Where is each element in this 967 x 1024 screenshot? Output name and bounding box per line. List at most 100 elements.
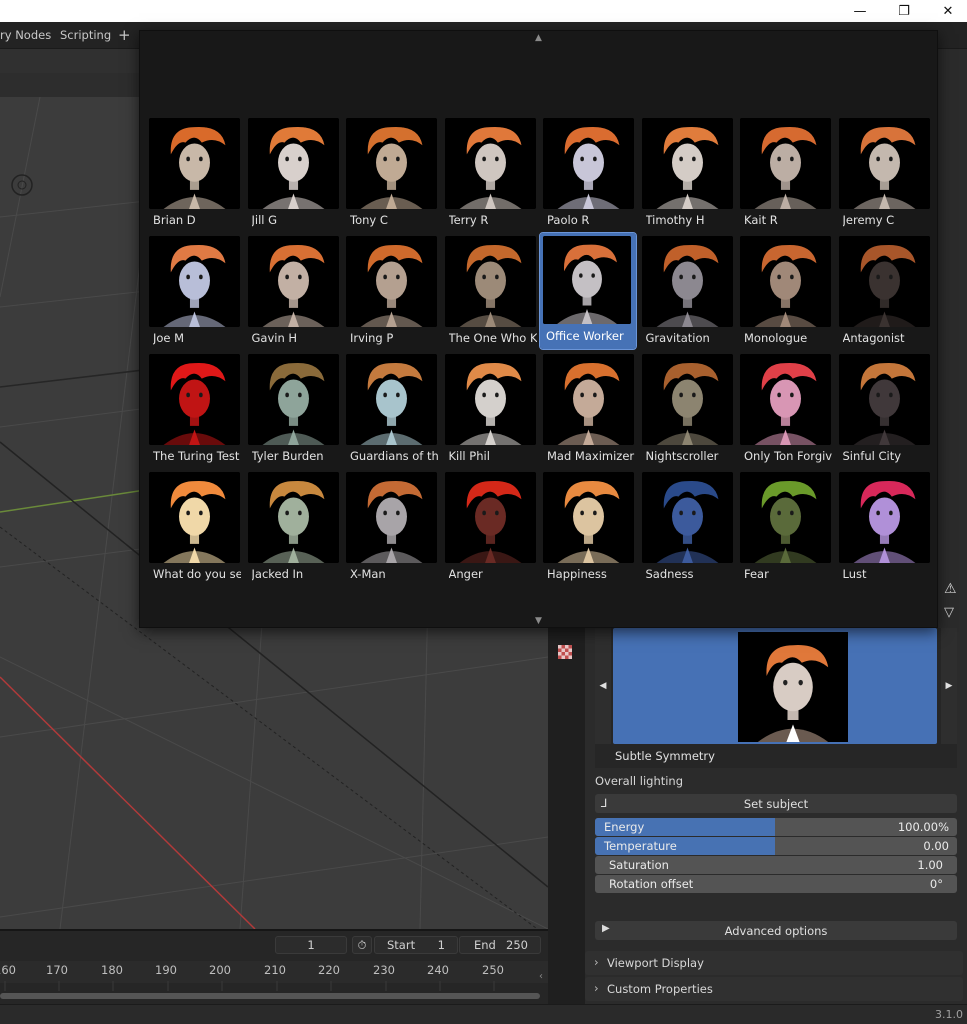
- energy-label: Energy: [604, 820, 645, 834]
- preset-tile[interactable]: Office Worker: [539, 232, 637, 350]
- next-preset-button[interactable]: ▶: [941, 628, 957, 744]
- energy-slider[interactable]: Energy 100.00%: [595, 818, 957, 836]
- collapse-chevron-icon[interactable]: ‹: [539, 971, 543, 982]
- preset-tile[interactable]: Kill Phil: [444, 354, 539, 468]
- preset-label: Guardians of th...: [350, 449, 438, 463]
- preset-portrait: [838, 354, 930, 445]
- preset-tile[interactable]: Paolo R: [543, 118, 637, 232]
- start-frame-field[interactable]: Start 1: [374, 936, 458, 954]
- preset-thumbnail: [247, 118, 339, 209]
- preset-thumbnail: [641, 118, 733, 209]
- viewport-display-panel[interactable]: › Viewport Display: [585, 951, 963, 975]
- arrow-right-icon: ▶: [945, 681, 953, 691]
- temperature-slider[interactable]: Temperature 0.00: [595, 837, 957, 855]
- rotation-offset-value: 0°: [929, 877, 943, 891]
- preset-label: Jacked In: [251, 567, 304, 581]
- set-subject-button[interactable]: ⅃ Set subject: [595, 794, 957, 813]
- preset-tile[interactable]: Anger: [444, 472, 539, 586]
- tab-geometry-nodes[interactable]: ry Nodes: [0, 28, 51, 42]
- preset-tile[interactable]: Timothy H: [641, 118, 736, 232]
- energy-value: 100.00%: [897, 820, 949, 834]
- saturation-value: 1.00: [917, 858, 943, 872]
- preset-portrait: [740, 236, 831, 327]
- preset-portrait: [740, 118, 831, 209]
- preset-tile[interactable]: Irving P: [346, 236, 440, 350]
- preset-tile[interactable]: Monologue: [740, 236, 834, 350]
- chevron-right-icon: ›: [594, 955, 599, 969]
- preset-tile[interactable]: Lust: [838, 472, 933, 586]
- preset-label: Kait R: [744, 213, 778, 227]
- preset-label: Jill G: [251, 213, 278, 227]
- preset-tile[interactable]: Sinful City: [838, 354, 933, 468]
- preset-thumbnail: [149, 472, 240, 563]
- restore-icon: ❐: [898, 3, 910, 19]
- scroll-down-icon[interactable]: ▼: [535, 616, 542, 626]
- preset-tile[interactable]: Tyler Burden: [247, 354, 342, 468]
- preset-label: Joe M: [153, 331, 185, 345]
- preset-tile[interactable]: Sadness: [641, 472, 736, 586]
- preset-portrait: [149, 472, 240, 563]
- saturation-field[interactable]: Saturation 1.00: [595, 856, 957, 874]
- current-frame-field[interactable]: 1: [275, 936, 347, 954]
- advanced-options-toggle[interactable]: ▶ Advanced options: [595, 921, 957, 940]
- preset-portrait: [346, 354, 437, 445]
- preset-label: Kill Phil: [448, 449, 490, 463]
- preset-tile[interactable]: X-Man: [346, 472, 440, 586]
- preset-tile[interactable]: Only Ton Forgiv...: [740, 354, 834, 468]
- preset-tile[interactable]: Nightscroller: [641, 354, 736, 468]
- preset-tile[interactable]: Jeremy C: [838, 118, 933, 232]
- preset-tile[interactable]: Brian D: [149, 118, 243, 232]
- preset-portrait: [247, 354, 339, 445]
- preset-thumbnail: [543, 118, 634, 209]
- preset-label: Irving P: [350, 331, 394, 345]
- preset-tile[interactable]: Antagonist: [838, 236, 933, 350]
- preset-tile[interactable]: Joe M: [149, 236, 243, 350]
- preset-thumbnail: [346, 354, 437, 445]
- scroll-up-icon[interactable]: ▲: [535, 33, 542, 43]
- timeline-scrollbar[interactable]: [0, 993, 540, 999]
- preset-tile[interactable]: Terry R: [444, 118, 539, 232]
- preset-tile[interactable]: Jill G: [247, 118, 342, 232]
- preset-tile[interactable]: Guardians of th...: [346, 354, 440, 468]
- stopwatch-icon: ⏱: [357, 937, 367, 952]
- preset-label: Office Worker: [546, 329, 624, 343]
- preset-portrait: [346, 236, 437, 327]
- custom-properties-panel[interactable]: › Custom Properties: [585, 977, 963, 1001]
- preset-tile[interactable]: What do you see: [149, 472, 243, 586]
- stopwatch-button[interactable]: ⏱: [352, 936, 372, 954]
- ruler-mark: 190: [155, 963, 177, 977]
- minimize-button[interactable]: —: [838, 0, 882, 22]
- preset-portrait: [149, 118, 240, 209]
- preset-tile[interactable]: Mad Maximizer: [543, 354, 637, 468]
- preset-label: Tony C: [350, 213, 388, 227]
- set-subject-label: Set subject: [743, 796, 809, 811]
- preset-label: Tyler Burden: [251, 449, 324, 463]
- preset-tile[interactable]: Tony C: [346, 118, 440, 232]
- preset-preview-selected[interactable]: [613, 628, 937, 744]
- preset-tile[interactable]: Jacked In: [247, 472, 342, 586]
- preset-tile[interactable]: Gravitation: [641, 236, 736, 350]
- start-value: 1: [437, 938, 445, 952]
- prev-preset-button[interactable]: ◀: [595, 628, 611, 744]
- restore-button[interactable]: ❐: [882, 0, 926, 22]
- preset-tile[interactable]: The Turing Test: [149, 354, 243, 468]
- end-frame-field[interactable]: End 250: [459, 936, 541, 954]
- preset-tile[interactable]: Gavin H: [247, 236, 342, 350]
- preset-label: Brian D: [153, 213, 196, 227]
- add-workspace-button[interactable]: +: [118, 26, 131, 44]
- preset-thumbnail: [641, 354, 733, 445]
- texture-tab-icon[interactable]: [558, 645, 572, 659]
- preset-tile[interactable]: The One Who K...: [444, 236, 539, 350]
- preset-tile[interactable]: Happiness: [543, 472, 637, 586]
- preset-thumbnail: [346, 236, 437, 327]
- current-frame-value: 1: [307, 938, 315, 952]
- tab-scripting[interactable]: Scripting: [60, 28, 111, 42]
- preset-tile[interactable]: Fear: [740, 472, 834, 586]
- preset-thumbnail: [740, 354, 831, 445]
- preset-tile[interactable]: Kait R: [740, 118, 834, 232]
- close-button[interactable]: ✕: [926, 0, 967, 22]
- timeline-editor[interactable]: 1 ⏱ Start 1 End 250 160 170 180 190 200 …: [0, 929, 548, 1004]
- rotation-offset-field[interactable]: Rotation offset 0°: [595, 875, 957, 893]
- filter-icon[interactable]: ▽: [944, 605, 954, 620]
- warning-icon[interactable]: ⚠: [944, 581, 957, 597]
